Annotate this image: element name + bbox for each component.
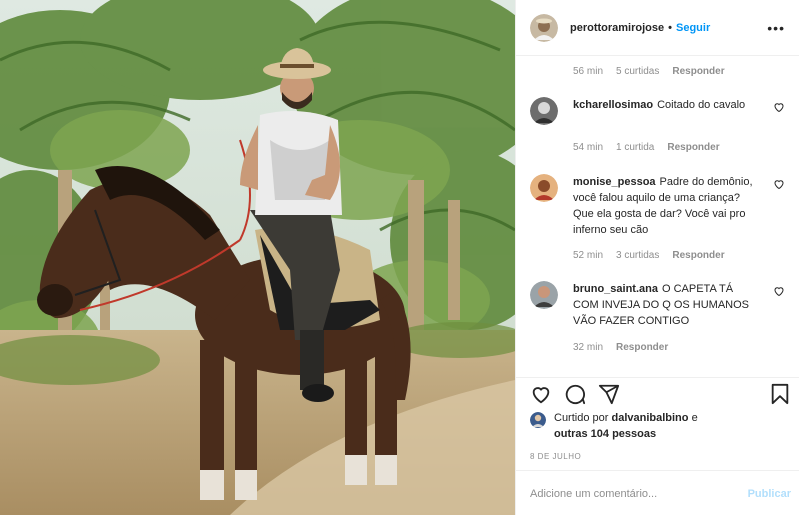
comment-heart-icon[interactable] [773, 178, 785, 190]
comment-text: monise_pessoa Padre do demônio, você falo… [573, 174, 755, 238]
reply-button[interactable]: Responder [672, 250, 724, 261]
post-date[interactable]: 8 DE JULHO [530, 452, 581, 461]
likes-joiner: e [691, 412, 698, 424]
commenter-avatar[interactable] [530, 174, 558, 202]
reply-button[interactable]: Responder [667, 142, 719, 153]
add-comment-bar: Publicar [516, 470, 799, 515]
likes-text: Curtido por dalvanibalbino e outras 104 … [554, 410, 698, 442]
header-separator: • [668, 21, 672, 34]
comment-input[interactable] [530, 485, 730, 503]
more-options-icon[interactable]: ••• [767, 20, 785, 36]
comment-meta: 52 min 3 curtidas Responder [573, 250, 738, 261]
comment-username[interactable]: monise_pessoa [573, 176, 656, 188]
comment-likes[interactable]: 1 curtida [616, 142, 654, 153]
author-username[interactable]: perottoramirojose [570, 22, 664, 34]
follow-button[interactable]: Seguir [676, 22, 710, 34]
commenter-avatar[interactable] [530, 97, 558, 125]
comment-likes[interactable]: 3 curtidas [616, 250, 659, 261]
post-photo-illustration [0, 0, 515, 515]
liker-avatar[interactable] [530, 412, 546, 428]
comment-username[interactable]: bruno_saint.ana [573, 283, 658, 295]
comment-time: 54 min [573, 142, 604, 153]
comments-list[interactable]: 56 min 5 curtidas Responder kcharellosim… [516, 57, 799, 377]
comment-time: 32 min [573, 342, 604, 353]
post-sidebar: perottoramirojose • Seguir ••• 56 min 5 … [515, 0, 799, 515]
publish-button[interactable]: Publicar [748, 488, 791, 500]
liker-username[interactable]: dalvanibalbino [611, 412, 688, 424]
comment-time: 52 min [573, 250, 604, 261]
comment-meta: 54 min 1 curtida Responder [573, 142, 733, 153]
comment-icon[interactable] [564, 383, 586, 405]
previous-comment-meta: 56 min 5 curtidas Responder [573, 66, 738, 77]
likes-summary: Curtido por dalvanibalbino e outras 104 … [530, 410, 785, 446]
comment-meta: 32 min Responder [573, 342, 681, 353]
comment-item: monise_pessoa Padre do demônio, você falo… [530, 174, 785, 264]
comment-item: kcharellosimao Coitado do cavalo 54 min 1… [530, 97, 785, 157]
comment-time: 56 min [573, 66, 604, 77]
comment-text: kcharellosimao Coitado do cavalo [573, 97, 755, 113]
post-header: perottoramirojose • Seguir ••• [516, 0, 799, 56]
reply-button[interactable]: Responder [672, 66, 724, 77]
heart-icon[interactable] [530, 383, 552, 405]
send-icon[interactable] [598, 383, 620, 405]
reply-button[interactable]: Responder [616, 342, 668, 353]
comment-item: bruno_saint.ana O CAPETA TÁ COM INVEJA DO… [530, 281, 785, 361]
likes-prefix: Curtido por [554, 412, 609, 424]
author-avatar[interactable] [530, 13, 558, 42]
comment-body: Coitado do cavalo [657, 99, 746, 111]
commenter-avatar[interactable] [530, 281, 558, 309]
likes-others[interactable]: outras 104 pessoas [554, 428, 656, 440]
bookmark-icon[interactable] [769, 383, 791, 405]
comment-heart-icon[interactable] [773, 101, 785, 113]
comment-username[interactable]: kcharellosimao [573, 99, 653, 111]
comment-text: bruno_saint.ana O CAPETA TÁ COM INVEJA DO… [573, 281, 755, 329]
comment-likes[interactable]: 5 curtidas [616, 66, 659, 77]
post-photo[interactable] [0, 0, 515, 515]
comment-heart-icon[interactable] [773, 285, 785, 297]
